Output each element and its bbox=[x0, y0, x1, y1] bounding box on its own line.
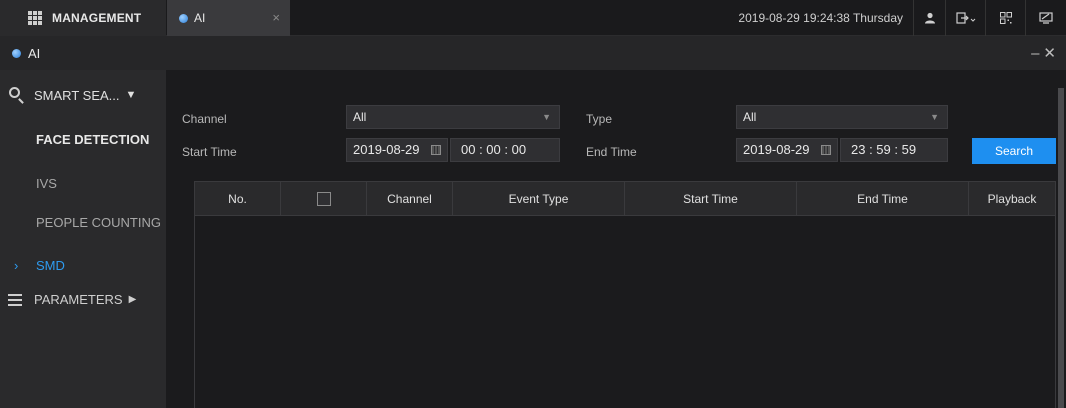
sidebar-item-smd[interactable]: › SMD bbox=[14, 258, 65, 273]
column-header-no: No. bbox=[195, 182, 281, 216]
type-label: Type bbox=[586, 112, 613, 126]
select-all-checkbox[interactable] bbox=[316, 192, 331, 206]
sidebar-section-label: SMART SEA... bbox=[34, 87, 120, 103]
caret-right-icon: ▶ bbox=[128, 294, 137, 305]
tab-close-icon[interactable]: × bbox=[272, 10, 280, 25]
smart-search-icon bbox=[8, 86, 26, 104]
table-header: No. Channel Event Type Start Time End Ti… bbox=[195, 182, 1055, 216]
end-date-input[interactable]: 2019-08-29 bbox=[736, 138, 838, 162]
end-time-label: End Time bbox=[586, 145, 637, 159]
monitor-icon bbox=[1039, 12, 1053, 24]
dropdown-arrow-icon: ▼ bbox=[930, 112, 939, 122]
type-select-value: All bbox=[743, 110, 757, 124]
sidebar-item-people-counting[interactable]: PEOPLE COUNTING bbox=[36, 215, 161, 230]
channel-select[interactable]: All ▼ bbox=[346, 105, 560, 129]
vertical-scrollbar[interactable] bbox=[1058, 88, 1064, 408]
column-header-channel: Channel bbox=[367, 182, 453, 216]
dropdown-arrow-icon: ▼ bbox=[542, 112, 551, 122]
window-title: AI bbox=[28, 46, 41, 61]
sidebar-item-smd-label: SMD bbox=[36, 258, 65, 273]
calendar-icon[interactable] bbox=[821, 145, 831, 155]
column-header-event-type: Event Type bbox=[453, 182, 625, 216]
start-time-value: 00 : 00 : 00 bbox=[461, 142, 527, 157]
top-bar: MANAGEMENT AI × 2019-08-29 19:24:38 Thur… bbox=[0, 0, 1066, 36]
start-time-label: Start Time bbox=[182, 145, 237, 159]
qr-code-button[interactable] bbox=[986, 0, 1026, 36]
column-header-select bbox=[281, 182, 367, 216]
column-header-end-time: End Time bbox=[797, 182, 969, 216]
logout-button[interactable] bbox=[946, 0, 986, 36]
window-controls[interactable]: –✕ bbox=[1031, 44, 1060, 62]
qr-code-icon bbox=[999, 12, 1012, 24]
channel-label: Channel bbox=[182, 112, 227, 126]
start-time-input[interactable]: 00 : 00 : 00 bbox=[450, 138, 560, 162]
chevron-right-icon: › bbox=[14, 258, 19, 273]
start-date-input[interactable]: 2019-08-29 bbox=[346, 138, 448, 162]
logout-icon bbox=[955, 12, 975, 24]
parameters-label: PARAMETERS bbox=[34, 292, 123, 307]
column-header-playback: Playback bbox=[987, 192, 1037, 206]
management-tab[interactable]: MANAGEMENT bbox=[0, 0, 166, 36]
end-time-input[interactable]: 23 : 59 : 59 bbox=[840, 138, 948, 162]
sidebar-section-smart-search[interactable]: SMART SEA... ▼ bbox=[0, 80, 166, 110]
channel-select-value: All bbox=[353, 110, 367, 124]
top-bar-right: 2019-08-29 19:24:38 Thursday bbox=[738, 0, 1066, 36]
type-select[interactable]: All ▼ bbox=[736, 105, 948, 129]
sidebar-item-ivs[interactable]: IVS bbox=[36, 176, 57, 191]
tab-ai-label: AI bbox=[194, 11, 206, 25]
sidebar-section-parameters[interactable]: PARAMETERS ▶ bbox=[8, 292, 136, 307]
end-time-value: 23 : 59 : 59 bbox=[851, 142, 917, 157]
menu-lines-icon bbox=[8, 293, 22, 306]
sidebar-item-face-detection[interactable]: FACE DETECTION bbox=[36, 132, 149, 147]
tab-ai[interactable]: AI × bbox=[167, 0, 290, 36]
calendar-icon[interactable] bbox=[431, 145, 441, 155]
window-title-bar: AI –✕ bbox=[0, 36, 1066, 70]
sidebar: SMART SEA... ▼ FACE DETECTION IVS PEOPLE… bbox=[0, 70, 166, 408]
user-button[interactable] bbox=[914, 0, 946, 36]
search-button[interactable]: Search bbox=[972, 138, 1056, 164]
main-content: Channel All ▼ Type All ▼ Start Time 2019… bbox=[166, 70, 1066, 408]
datetime-display: 2019-08-29 19:24:38 Thursday bbox=[738, 0, 914, 36]
ai-icon bbox=[179, 13, 188, 23]
grid-menu-icon bbox=[28, 11, 42, 25]
management-label: MANAGEMENT bbox=[52, 11, 142, 25]
ai-title-icon bbox=[12, 49, 21, 58]
user-icon bbox=[924, 12, 935, 24]
start-date-value: 2019-08-29 bbox=[353, 142, 420, 157]
column-header-start-time: Start Time bbox=[625, 182, 797, 216]
fullscreen-button[interactable] bbox=[1026, 0, 1066, 36]
end-date-value: 2019-08-29 bbox=[743, 142, 810, 157]
results-table: No. Channel Event Type Start Time End Ti… bbox=[194, 181, 1056, 408]
caret-down-icon: ▼ bbox=[125, 89, 137, 101]
